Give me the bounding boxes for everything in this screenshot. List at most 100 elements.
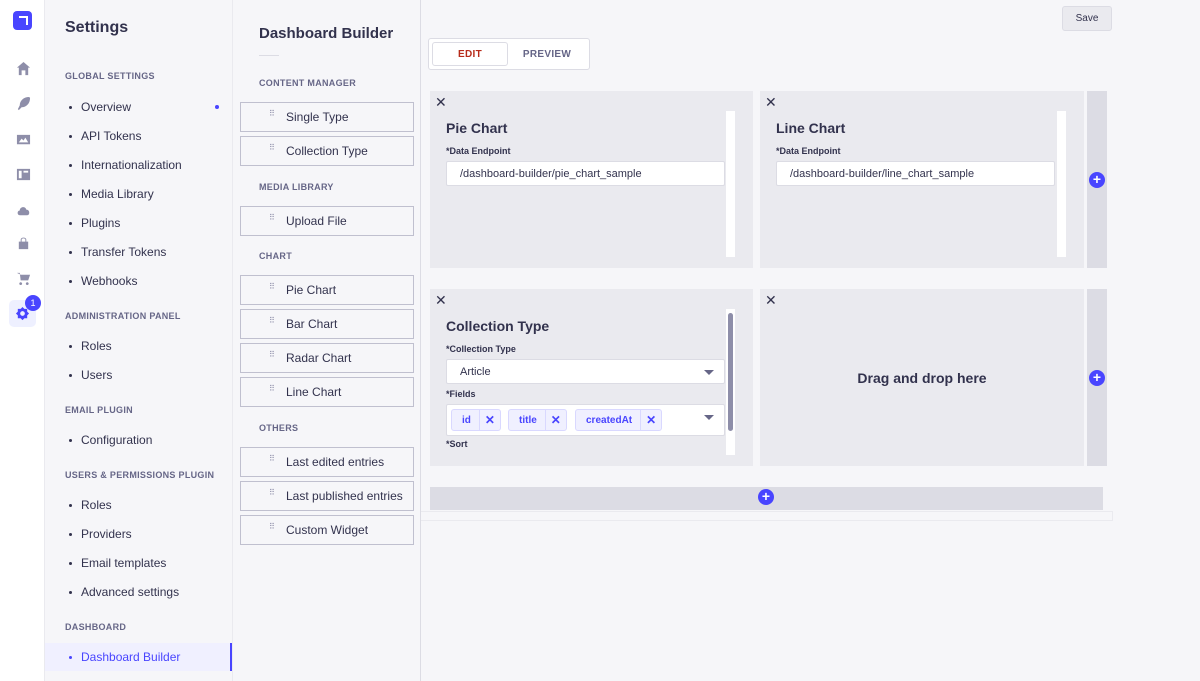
nav-item-email-templates[interactable]: Email templates	[45, 549, 232, 577]
palette-item-single-type[interactable]: ⠿ Single Type	[240, 102, 414, 132]
field-chip[interactable]: id ✕	[451, 409, 501, 431]
palette-item-upload-file[interactable]: ⠿ Upload File	[240, 206, 414, 236]
field-chip[interactable]: title ✕	[508, 409, 567, 431]
home-icon[interactable]	[12, 57, 34, 79]
nav-item-advanced-settings[interactable]: Advanced settings	[45, 578, 232, 606]
nav-item-internationalization[interactable]: Internationalization	[45, 151, 232, 179]
settings-sidebar: Settings GLOBAL SETTINGS Overview API To…	[45, 0, 233, 681]
close-icon[interactable]: ✕	[435, 95, 447, 109]
close-icon[interactable]: ✕	[765, 95, 777, 109]
nav-item-api-tokens[interactable]: API Tokens	[45, 122, 232, 150]
collection-type-select[interactable]: Article	[446, 359, 725, 384]
drag-handle-icon[interactable]: ⠿	[269, 489, 275, 501]
drag-handle-icon[interactable]: ⠿	[269, 455, 275, 467]
palette-item-bar-chart[interactable]: ⠿ Bar Chart	[240, 309, 414, 339]
drag-handle-icon[interactable]: ⠿	[269, 523, 275, 535]
add-column-button[interactable]: +	[1089, 370, 1105, 386]
nav-item-label: Webhooks	[81, 274, 138, 288]
close-icon[interactable]: ✕	[435, 293, 447, 307]
nav-item-media-library[interactable]: Media Library	[45, 180, 232, 208]
palette-item-label: Radar Chart	[286, 351, 352, 365]
field-chip[interactable]: createdAt ✕	[575, 409, 663, 431]
cloud-icon[interactable]	[12, 199, 34, 221]
widget-collection-type[interactable]: ✕ Collection Type *Collection Type Artic…	[430, 289, 753, 466]
widget-palette: Dashboard Builder CONTENT MANAGER ⠿ Singl…	[233, 0, 421, 681]
add-row-button[interactable]: +	[758, 489, 774, 505]
nav-item-label: API Tokens	[81, 129, 142, 143]
notification-badge: 1	[25, 295, 41, 311]
nav-item-configuration[interactable]: Configuration	[45, 426, 232, 454]
remove-icon[interactable]: ✕	[480, 413, 500, 427]
nav-item-label: Overview	[81, 100, 132, 114]
scrollbar[interactable]	[1057, 111, 1066, 257]
nav-item-users[interactable]: Users	[45, 361, 232, 389]
nav-section-admin: ADMINISTRATION PANEL	[65, 311, 181, 321]
field-label: *Data Endpoint	[446, 146, 511, 156]
save-button[interactable]: Save	[1062, 6, 1112, 31]
palette-item-collection-type[interactable]: ⠿ Collection Type	[240, 136, 414, 166]
tab-edit[interactable]: EDIT	[432, 42, 508, 66]
palette-item-label: Single Type	[286, 110, 349, 124]
nav-item-up-roles[interactable]: Roles	[45, 491, 232, 519]
nav-item-overview[interactable]: Overview	[45, 93, 232, 121]
palette-section-chart: CHART	[259, 251, 292, 261]
palette-item-last-published[interactable]: ⠿ Last published entries	[240, 481, 414, 511]
palette-item-last-edited[interactable]: ⠿ Last edited entries	[240, 447, 414, 477]
palette-item-radar-chart[interactable]: ⠿ Radar Chart	[240, 343, 414, 373]
widget-line-chart[interactable]: ✕ Line Chart *Data Endpoint /dashboard-b…	[760, 91, 1084, 268]
bag-icon[interactable]	[12, 232, 34, 254]
nav-item-providers[interactable]: Providers	[45, 520, 232, 548]
drag-handle-icon[interactable]: ⠿	[269, 214, 275, 226]
palette-item-custom-widget[interactable]: ⠿ Custom Widget	[240, 515, 414, 545]
tab-preview[interactable]: PREVIEW	[508, 42, 586, 66]
nav-item-transfer-tokens[interactable]: Transfer Tokens	[45, 238, 232, 266]
nav-item-webhooks[interactable]: Webhooks	[45, 267, 232, 295]
palette-item-label: Last published entries	[286, 489, 403, 503]
drop-zone[interactable]: ✕ Drag and drop here	[760, 289, 1084, 466]
scrollbar[interactable]	[726, 309, 735, 455]
scrollbar-thumb[interactable]	[728, 313, 733, 431]
add-row-zone[interactable]: +	[430, 487, 1103, 510]
logo-icon[interactable]	[13, 11, 32, 30]
scrollbar[interactable]	[726, 111, 735, 257]
media-icon[interactable]	[12, 128, 34, 150]
palette-section-content-manager: CONTENT MANAGER	[259, 78, 356, 88]
settings-title: Settings	[65, 19, 129, 36]
add-column-zone[interactable]: +	[1087, 289, 1107, 466]
drag-handle-icon[interactable]: ⠿	[269, 283, 275, 295]
nav-item-label: Plugins	[81, 216, 121, 230]
field-label: *Collection Type	[446, 344, 516, 354]
palette-item-pie-chart[interactable]: ⠿ Pie Chart	[240, 275, 414, 305]
chevron-down-icon[interactable]	[704, 415, 714, 420]
widget-title: Pie Chart	[446, 120, 508, 136]
chevron-down-icon	[704, 370, 714, 375]
nav-item-roles[interactable]: Roles	[45, 332, 232, 360]
nav-item-plugins[interactable]: Plugins	[45, 209, 232, 237]
layout-icon[interactable]	[12, 163, 34, 185]
feather-icon[interactable]	[12, 92, 34, 114]
nav-item-label: Media Library	[81, 187, 154, 201]
drag-handle-icon[interactable]: ⠿	[269, 110, 275, 122]
drag-handle-icon[interactable]: ⠿	[269, 317, 275, 329]
remove-icon[interactable]: ✕	[546, 413, 566, 427]
drag-handle-icon[interactable]: ⠿	[269, 351, 275, 363]
add-column-zone[interactable]: +	[1087, 91, 1107, 268]
field-label: *Data Endpoint	[776, 146, 841, 156]
nav-item-label: Configuration	[81, 433, 153, 447]
data-endpoint-input[interactable]: /dashboard-builder/line_chart_sample	[776, 161, 1055, 186]
drag-handle-icon[interactable]: ⠿	[269, 385, 275, 397]
drag-handle-icon[interactable]: ⠿	[269, 144, 275, 156]
nav-item-dashboard-builder[interactable]: Dashboard Builder	[45, 643, 232, 671]
palette-item-label: Custom Widget	[286, 523, 369, 537]
palette-item-line-chart[interactable]: ⠿ Line Chart	[240, 377, 414, 407]
remove-icon[interactable]: ✕	[641, 413, 661, 427]
nav-item-label: Email templates	[81, 556, 167, 570]
nav-item-label: Providers	[81, 527, 132, 541]
nav-item-label: Dashboard Builder	[81, 650, 181, 664]
widget-pie-chart[interactable]: ✕ Pie Chart *Data Endpoint /dashboard-bu…	[430, 91, 753, 268]
mode-tabs: EDIT PREVIEW	[428, 38, 590, 70]
add-column-button[interactable]: +	[1089, 172, 1105, 188]
fields-multiselect[interactable]: id ✕ title ✕ createdAt ✕	[446, 404, 725, 436]
cart-icon[interactable]	[12, 267, 34, 289]
data-endpoint-input[interactable]: /dashboard-builder/pie_chart_sample	[446, 161, 725, 186]
